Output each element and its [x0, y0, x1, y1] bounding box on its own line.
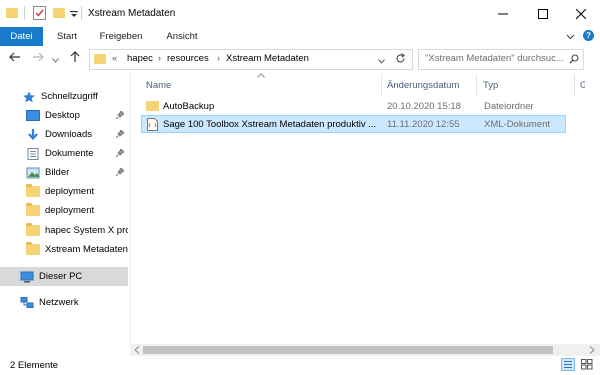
status-item-count: 2 Elemente [10, 360, 59, 371]
list-item-selected[interactable]: Sage 100 Toolbox Xstream Metadaten produ… [141, 115, 566, 133]
tab-ansicht[interactable]: Ansicht [158, 27, 206, 46]
sidebar-item-label: deployment [45, 186, 95, 197]
pictures-icon [26, 167, 40, 179]
search-icon[interactable] [569, 54, 579, 66]
close-button[interactable] [558, 0, 600, 27]
address-dropdown-icon[interactable] [378, 56, 385, 66]
navigation-pane: Schnellzugriff Desktop Downloads Dokumen… [0, 72, 130, 356]
pin-icon[interactable] [115, 148, 125, 159]
documents-icon [26, 148, 40, 160]
desktop-icon [26, 110, 40, 121]
tab-start[interactable]: Start [50, 27, 84, 46]
pin-icon[interactable] [115, 167, 125, 178]
list-item[interactable]: AutoBackup 20.10.2020 15:18 Dateiordner [141, 97, 566, 115]
chevron-right-icon[interactable]: › [158, 53, 161, 63]
pin-icon[interactable] [115, 129, 125, 140]
sidebar-item-schnellzugriff[interactable]: Schnellzugriff [22, 87, 128, 106]
folder-icon [26, 203, 40, 216]
folder-icon [26, 223, 40, 236]
scroll-right-icon[interactable] [589, 346, 595, 356]
sidebar-item-bilder[interactable]: Bilder [26, 163, 128, 182]
sidebar-item-hapec-system[interactable]: hapec System X pro [26, 221, 128, 240]
sidebar-item-xstream-metadaten[interactable]: Xstream Metadaten [26, 240, 128, 259]
sidebar-item-label: Bilder [45, 167, 70, 178]
sidebar-item-desktop[interactable]: Desktop [26, 106, 128, 125]
folder-icon [146, 101, 159, 111]
sidebar-item-label: Desktop [45, 110, 80, 121]
scroll-thumb[interactable] [143, 346, 553, 354]
download-arrow-icon [26, 129, 40, 141]
properties-icon[interactable] [33, 6, 46, 20]
pane-splitter[interactable] [130, 72, 131, 356]
breadcrumb-hapec[interactable]: hapec [127, 53, 153, 64]
pin-icon[interactable] [115, 110, 125, 121]
tab-datei[interactable]: Datei [0, 27, 43, 46]
details-view-icon[interactable] [561, 358, 575, 371]
xml-file-icon [147, 118, 158, 133]
folder-icon [94, 54, 106, 64]
column-header-name[interactable]: Name [146, 76, 376, 94]
folder-icon [26, 242, 40, 255]
address-bar[interactable]: « hapec › resources › Xstream Metadaten [89, 49, 413, 70]
large-icons-view-icon[interactable] [581, 359, 593, 372]
ribbon-expand-icon[interactable] [566, 32, 575, 42]
tab-freigeben[interactable]: Freigeben [92, 27, 150, 46]
minimize-button[interactable] [480, 0, 525, 27]
search-placeholder: "Xstream Metadaten" durchsuc... [425, 53, 564, 64]
new-folder-icon[interactable] [53, 8, 65, 18]
ribbon-tabs: Datei Start Freigeben Ansicht ? [0, 27, 600, 47]
refresh-icon[interactable] [395, 53, 406, 66]
file-type: XML-Dokument [484, 118, 550, 130]
title-bar: Xstream Metadaten [0, 0, 600, 27]
up-arrow-icon[interactable] [70, 51, 80, 65]
sidebar-item-netzwerk[interactable]: Netzwerk [20, 293, 128, 312]
file-date: 11.11.2020 12:55 [387, 118, 460, 130]
sidebar-item-dokumente[interactable]: Dokumente [26, 144, 128, 163]
qat-separator [24, 6, 25, 20]
column-divider[interactable] [476, 74, 477, 96]
sidebar-item-label: Downloads [45, 129, 92, 140]
star-icon [22, 91, 36, 103]
sidebar-item-downloads[interactable]: Downloads [26, 125, 128, 144]
help-icon[interactable]: ? [583, 30, 594, 41]
sidebar-item-label: Xstream Metadaten [45, 244, 128, 255]
breadcrumb-resources[interactable]: resources [167, 53, 209, 64]
horizontal-scrollbar[interactable] [131, 344, 600, 356]
sidebar-item-label: Netzwerk [39, 297, 79, 308]
chevron-right-icon[interactable]: › [217, 53, 220, 63]
window-title: Xstream Metadaten [88, 8, 176, 19]
file-name: AutoBackup [163, 100, 215, 112]
search-input[interactable]: "Xstream Metadaten" durchsuc... [418, 49, 584, 70]
forward-arrow-icon[interactable] [32, 52, 44, 64]
column-header-type[interactable]: Typ [483, 76, 563, 94]
column-header-date[interactable]: Änderungsdatum [387, 76, 475, 94]
column-divider[interactable] [381, 74, 382, 96]
computer-icon [20, 271, 34, 283]
network-icon [20, 297, 34, 308]
column-divider[interactable] [574, 74, 575, 96]
folder-icon [26, 184, 40, 197]
breadcrumb-overflow[interactable]: « [112, 53, 117, 64]
file-date: 20.10.2020 15:18 [387, 100, 461, 112]
scroll-left-icon[interactable] [134, 346, 140, 356]
breadcrumb-current[interactable]: Xstream Metadaten [226, 53, 309, 64]
folder-icon [6, 8, 18, 18]
file-name: Sage 100 Toolbox Xstream Metadaten produ… [163, 118, 377, 130]
sidebar-item-label: Dokumente [45, 148, 94, 159]
sidebar-item-label: Schnellzugriff [41, 91, 98, 102]
qat-dropdown-icon[interactable] [70, 10, 78, 20]
vertical-scrollbar[interactable] [585, 74, 600, 342]
sidebar-item-deployment-1[interactable]: deployment [26, 182, 128, 201]
sidebar-item-label: hapec System X pro [45, 225, 128, 236]
sidebar-item-dieser-pc[interactable]: Dieser PC [0, 267, 128, 286]
recent-locations-icon[interactable] [52, 55, 59, 65]
sidebar-item-label: Dieser PC [39, 271, 83, 282]
sidebar-item-label: deployment [45, 205, 95, 216]
sidebar-item-deployment-2[interactable]: deployment [26, 201, 128, 220]
file-type: Dateiordner [484, 100, 534, 112]
title-separator [81, 6, 82, 20]
back-arrow-icon[interactable] [9, 52, 21, 64]
